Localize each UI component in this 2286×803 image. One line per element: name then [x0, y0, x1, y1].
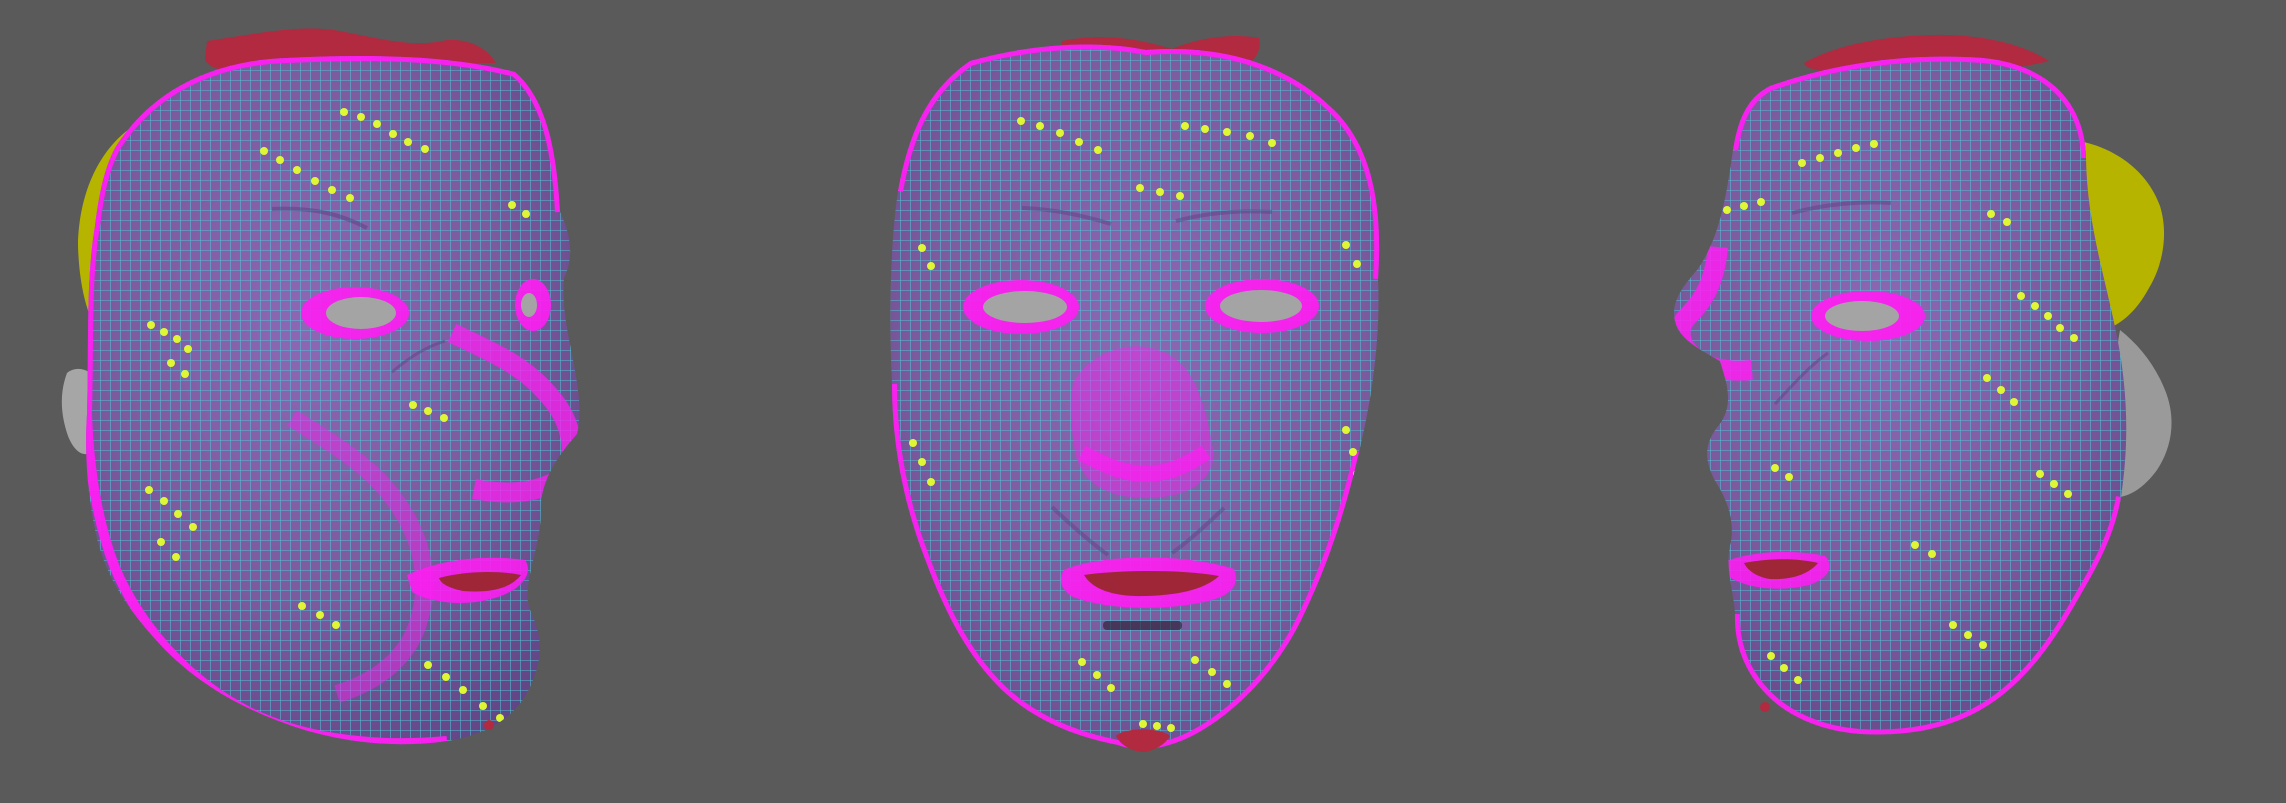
left-eye-front-view: [983, 291, 1067, 323]
chin-red-front: [1116, 729, 1170, 752]
eye-right-view: [1825, 301, 1899, 331]
front-view: [890, 36, 1380, 752]
left-three-quarter-view: [61, 28, 580, 745]
right-eye-front-view: [1220, 290, 1302, 322]
face-mesh-scene: [61, 28, 2172, 752]
viewport-3d[interactable]: [0, 0, 2286, 803]
right-three-quarter-view: [1673, 34, 2172, 735]
left-eye-left-view: [326, 297, 396, 329]
right-eye-left-view: [521, 293, 537, 317]
